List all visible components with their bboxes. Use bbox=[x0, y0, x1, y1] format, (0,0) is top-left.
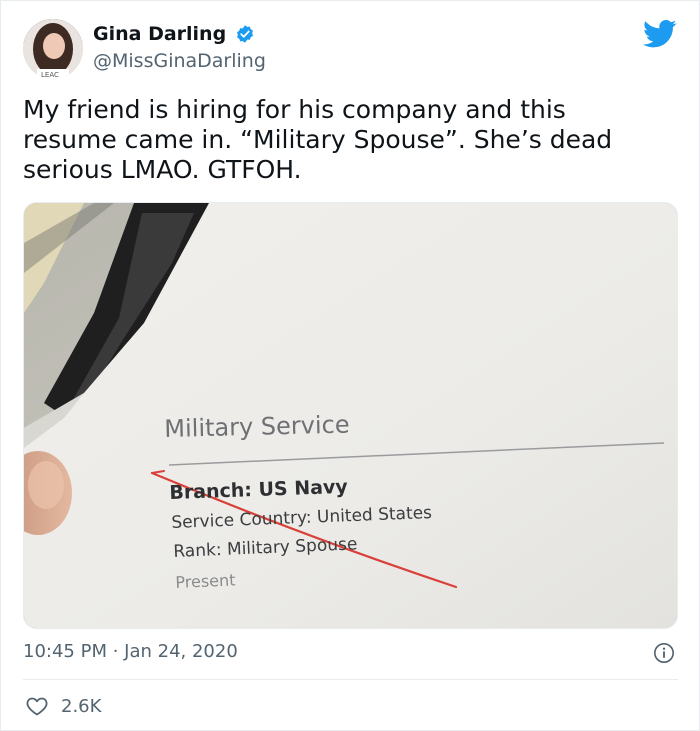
tweet-timestamp[interactable]: 10:45 PM · Jan 24, 2020 bbox=[23, 640, 238, 664]
info-icon[interactable] bbox=[653, 642, 675, 664]
tweet-text: My friend is hiring for his company and … bbox=[23, 95, 613, 184]
author-block: Gina Darling @MissGinaDarling bbox=[93, 22, 266, 73]
verified-badge-icon bbox=[237, 25, 254, 43]
author-handle[interactable]: @MissGinaDarling bbox=[93, 49, 266, 73]
avatar-caption: LEAC bbox=[41, 71, 59, 79]
twitter-bird-icon[interactable] bbox=[643, 19, 677, 49]
heart-icon bbox=[26, 697, 48, 716]
tweet-card: LEAC Gina Darling @MissGinaDarling My fr… bbox=[0, 0, 700, 731]
like-button[interactable]: 2.6K bbox=[25, 693, 101, 719]
resume-present: Present bbox=[175, 570, 236, 592]
like-count: 2.6K bbox=[61, 695, 102, 717]
divider bbox=[23, 679, 678, 680]
avatar[interactable]: LEAC bbox=[23, 19, 83, 79]
resume-heading: Military Service bbox=[164, 410, 350, 443]
tweet-photo[interactable]: Military Service Branch: US Navy Service… bbox=[23, 202, 678, 629]
author-name[interactable]: Gina Darling bbox=[93, 22, 226, 46]
